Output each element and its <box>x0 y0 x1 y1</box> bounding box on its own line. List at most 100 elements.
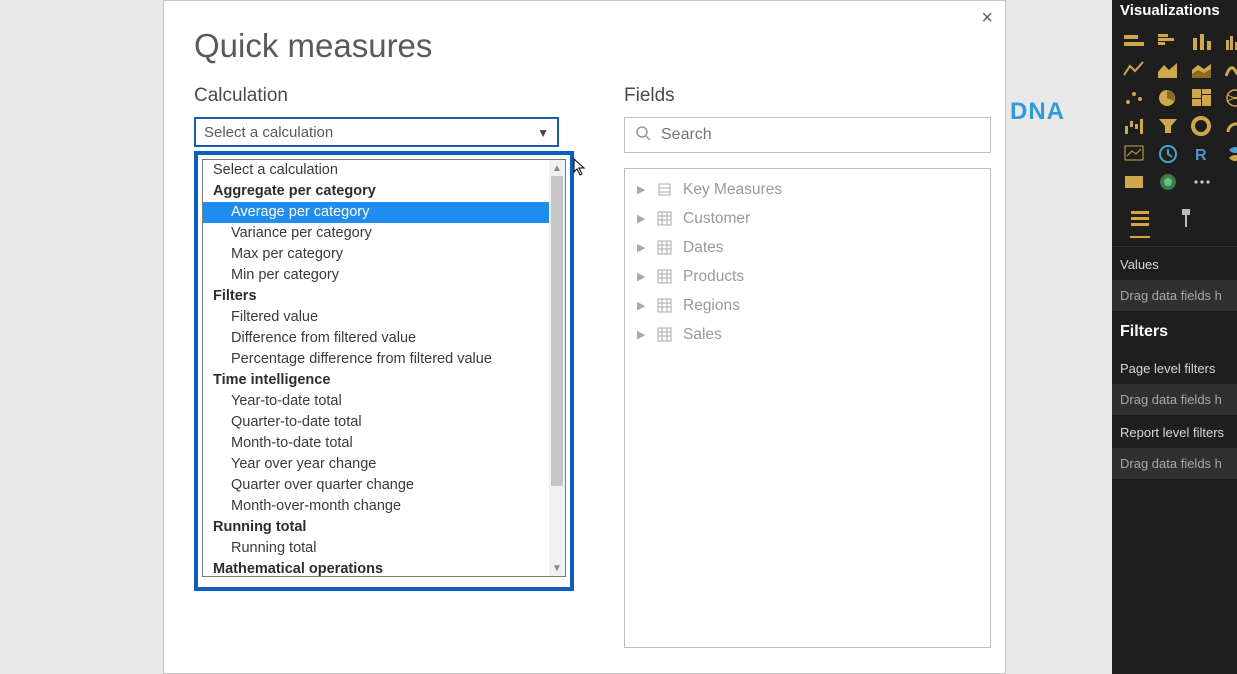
gauge-icon[interactable] <box>1224 115 1237 137</box>
field-table-name: Products <box>683 268 744 286</box>
calculation-option[interactable]: Quarter-to-date total <box>203 412 549 433</box>
field-table-row[interactable]: ▶ Regions <box>633 291 982 320</box>
pie-chart-icon[interactable] <box>1156 87 1180 109</box>
svg-text:R: R <box>1195 147 1207 164</box>
donut-icon[interactable] <box>1190 115 1214 137</box>
calculation-option-placeholder[interactable]: Select a calculation <box>203 160 549 181</box>
visualizations-title: Visualizations <box>1112 0 1237 27</box>
calculation-group-header: Mathematical operations <box>203 559 549 576</box>
field-table-name: Sales <box>683 326 722 344</box>
clustered-bar-icon[interactable] <box>1156 31 1180 53</box>
clustered-column-icon[interactable] <box>1224 31 1237 53</box>
calculation-group-header: Running total <box>203 517 549 538</box>
dropdown-scrollbar[interactable]: ▲ ▼ <box>549 160 565 576</box>
calculation-group-header: Time intelligence <box>203 370 549 391</box>
calculation-label: Calculation <box>194 85 574 107</box>
scroll-up-icon[interactable]: ▲ <box>549 160 565 176</box>
calculation-option[interactable]: Min per category <box>203 265 549 286</box>
field-table-row[interactable]: ▶ Products <box>633 262 982 291</box>
fields-tool-icon[interactable] <box>1130 209 1150 238</box>
field-table-row[interactable]: ▶ Customer <box>633 204 982 233</box>
calculation-option[interactable]: Month-to-date total <box>203 433 549 454</box>
waterfall-icon[interactable] <box>1122 115 1146 137</box>
card-icon[interactable] <box>1156 143 1180 165</box>
values-dropzone[interactable]: Drag data fields h <box>1112 280 1237 311</box>
field-table-name: Customer <box>683 210 750 228</box>
calculation-option[interactable]: Quarter over quarter change <box>203 475 549 496</box>
page-level-filters-label: Page level filters <box>1112 351 1237 384</box>
chevron-down-icon: ▼ <box>537 126 549 140</box>
dialog-title: Quick measures <box>194 27 975 65</box>
funnel-icon[interactable] <box>1156 115 1180 137</box>
calculation-option[interactable]: Average per category <box>203 202 549 223</box>
calculation-select[interactable]: Select a calculation ▼ <box>194 117 559 147</box>
chevron-right-icon: ▶ <box>637 183 647 196</box>
table-icon[interactable] <box>1122 171 1146 193</box>
calculation-option[interactable]: Percentage difference from filtered valu… <box>203 349 549 370</box>
field-table-name: Key Measures <box>683 181 782 199</box>
table-icon <box>657 269 673 284</box>
calculation-option[interactable]: Difference from filtered value <box>203 328 549 349</box>
calculation-option[interactable]: Running total <box>203 538 549 559</box>
stacked-column-icon[interactable] <box>1190 31 1214 53</box>
scatter-chart-icon[interactable] <box>1122 87 1146 109</box>
chevron-right-icon: ▶ <box>637 212 647 225</box>
treemap-icon[interactable] <box>1190 87 1214 109</box>
calculation-option[interactable]: Year over year change <box>203 454 549 475</box>
stacked-area-icon[interactable] <box>1190 59 1214 81</box>
area-chart-icon[interactable] <box>1156 59 1180 81</box>
fields-list: ▶ Key Measures ▶ Customer ▶ Dates ▶ Products ▶ Re… <box>624 168 991 648</box>
field-table-row[interactable]: ▶ Key Measures <box>633 175 982 204</box>
calculation-option[interactable]: Variance per category <box>203 223 549 244</box>
report-level-filters-dropzone[interactable]: Drag data fields h <box>1112 448 1237 479</box>
report-level-filters-label: Report level filters <box>1112 415 1237 448</box>
calculation-column: Calculation Select a calculation ▼ Selec… <box>194 85 574 648</box>
scroll-down-icon[interactable]: ▼ <box>549 560 565 576</box>
python-visual-icon[interactable] <box>1224 143 1237 165</box>
line-chart-icon[interactable] <box>1122 59 1146 81</box>
close-icon[interactable]: × <box>981 7 993 30</box>
table-icon <box>657 211 673 226</box>
field-table-row[interactable]: ▶ Sales <box>633 320 982 349</box>
filters-header: Filters <box>1112 311 1237 351</box>
table-icon <box>657 327 673 342</box>
fields-label: Fields <box>624 85 991 107</box>
chevron-right-icon: ▶ <box>637 299 647 312</box>
fields-search[interactable] <box>624 117 991 153</box>
calculation-select-value: Select a calculation <box>204 124 333 141</box>
page-level-filters-dropzone[interactable]: Drag data fields h <box>1112 384 1237 415</box>
field-table-name: Regions <box>683 297 740 315</box>
more-icon[interactable] <box>1190 171 1214 193</box>
viz-tool-row <box>1112 203 1237 247</box>
ribbon-chart-icon[interactable] <box>1224 59 1237 81</box>
stacked-bar-icon[interactable] <box>1122 31 1146 53</box>
scroll-thumb[interactable] <box>551 176 563 486</box>
visualizations-pane: Visualizations R Values Drag data fields… <box>1112 0 1237 674</box>
calculation-option[interactable]: Max per category <box>203 244 549 265</box>
calculation-option[interactable]: Year-to-date total <box>203 391 549 412</box>
format-tool-icon[interactable] <box>1176 209 1196 238</box>
field-table-row[interactable]: ▶ Dates <box>633 233 982 262</box>
calculation-option[interactable]: Filtered value <box>203 307 549 328</box>
map-icon[interactable] <box>1224 87 1237 109</box>
calculation-group-header: Filters <box>203 286 549 307</box>
measure-icon <box>657 182 673 197</box>
fields-search-input[interactable] <box>661 126 980 144</box>
calculation-group-header: Aggregate per category <box>203 181 549 202</box>
search-icon <box>635 125 651 146</box>
kpi-icon[interactable] <box>1122 143 1146 165</box>
chevron-right-icon: ▶ <box>637 328 647 341</box>
field-table-name: Dates <box>683 239 724 257</box>
blank-icon <box>1224 171 1237 193</box>
r-visual-icon[interactable]: R <box>1190 143 1214 165</box>
calculation-dropdown[interactable]: Select a calculationAggregate per catego… <box>202 159 566 577</box>
calculation-option[interactable]: Month-over-month change <box>203 496 549 517</box>
values-label: Values <box>1112 247 1237 280</box>
table-icon <box>657 298 673 313</box>
table-icon <box>657 240 673 255</box>
arcgis-icon[interactable] <box>1156 171 1180 193</box>
fields-column: Fields ▶ Key Measures ▶ Customer ▶ Dates ▶ Prod… <box>624 85 991 648</box>
chevron-right-icon: ▶ <box>637 241 647 254</box>
calculation-dropdown-frame: Select a calculationAggregate per catego… <box>194 151 574 591</box>
chevron-right-icon: ▶ <box>637 270 647 283</box>
